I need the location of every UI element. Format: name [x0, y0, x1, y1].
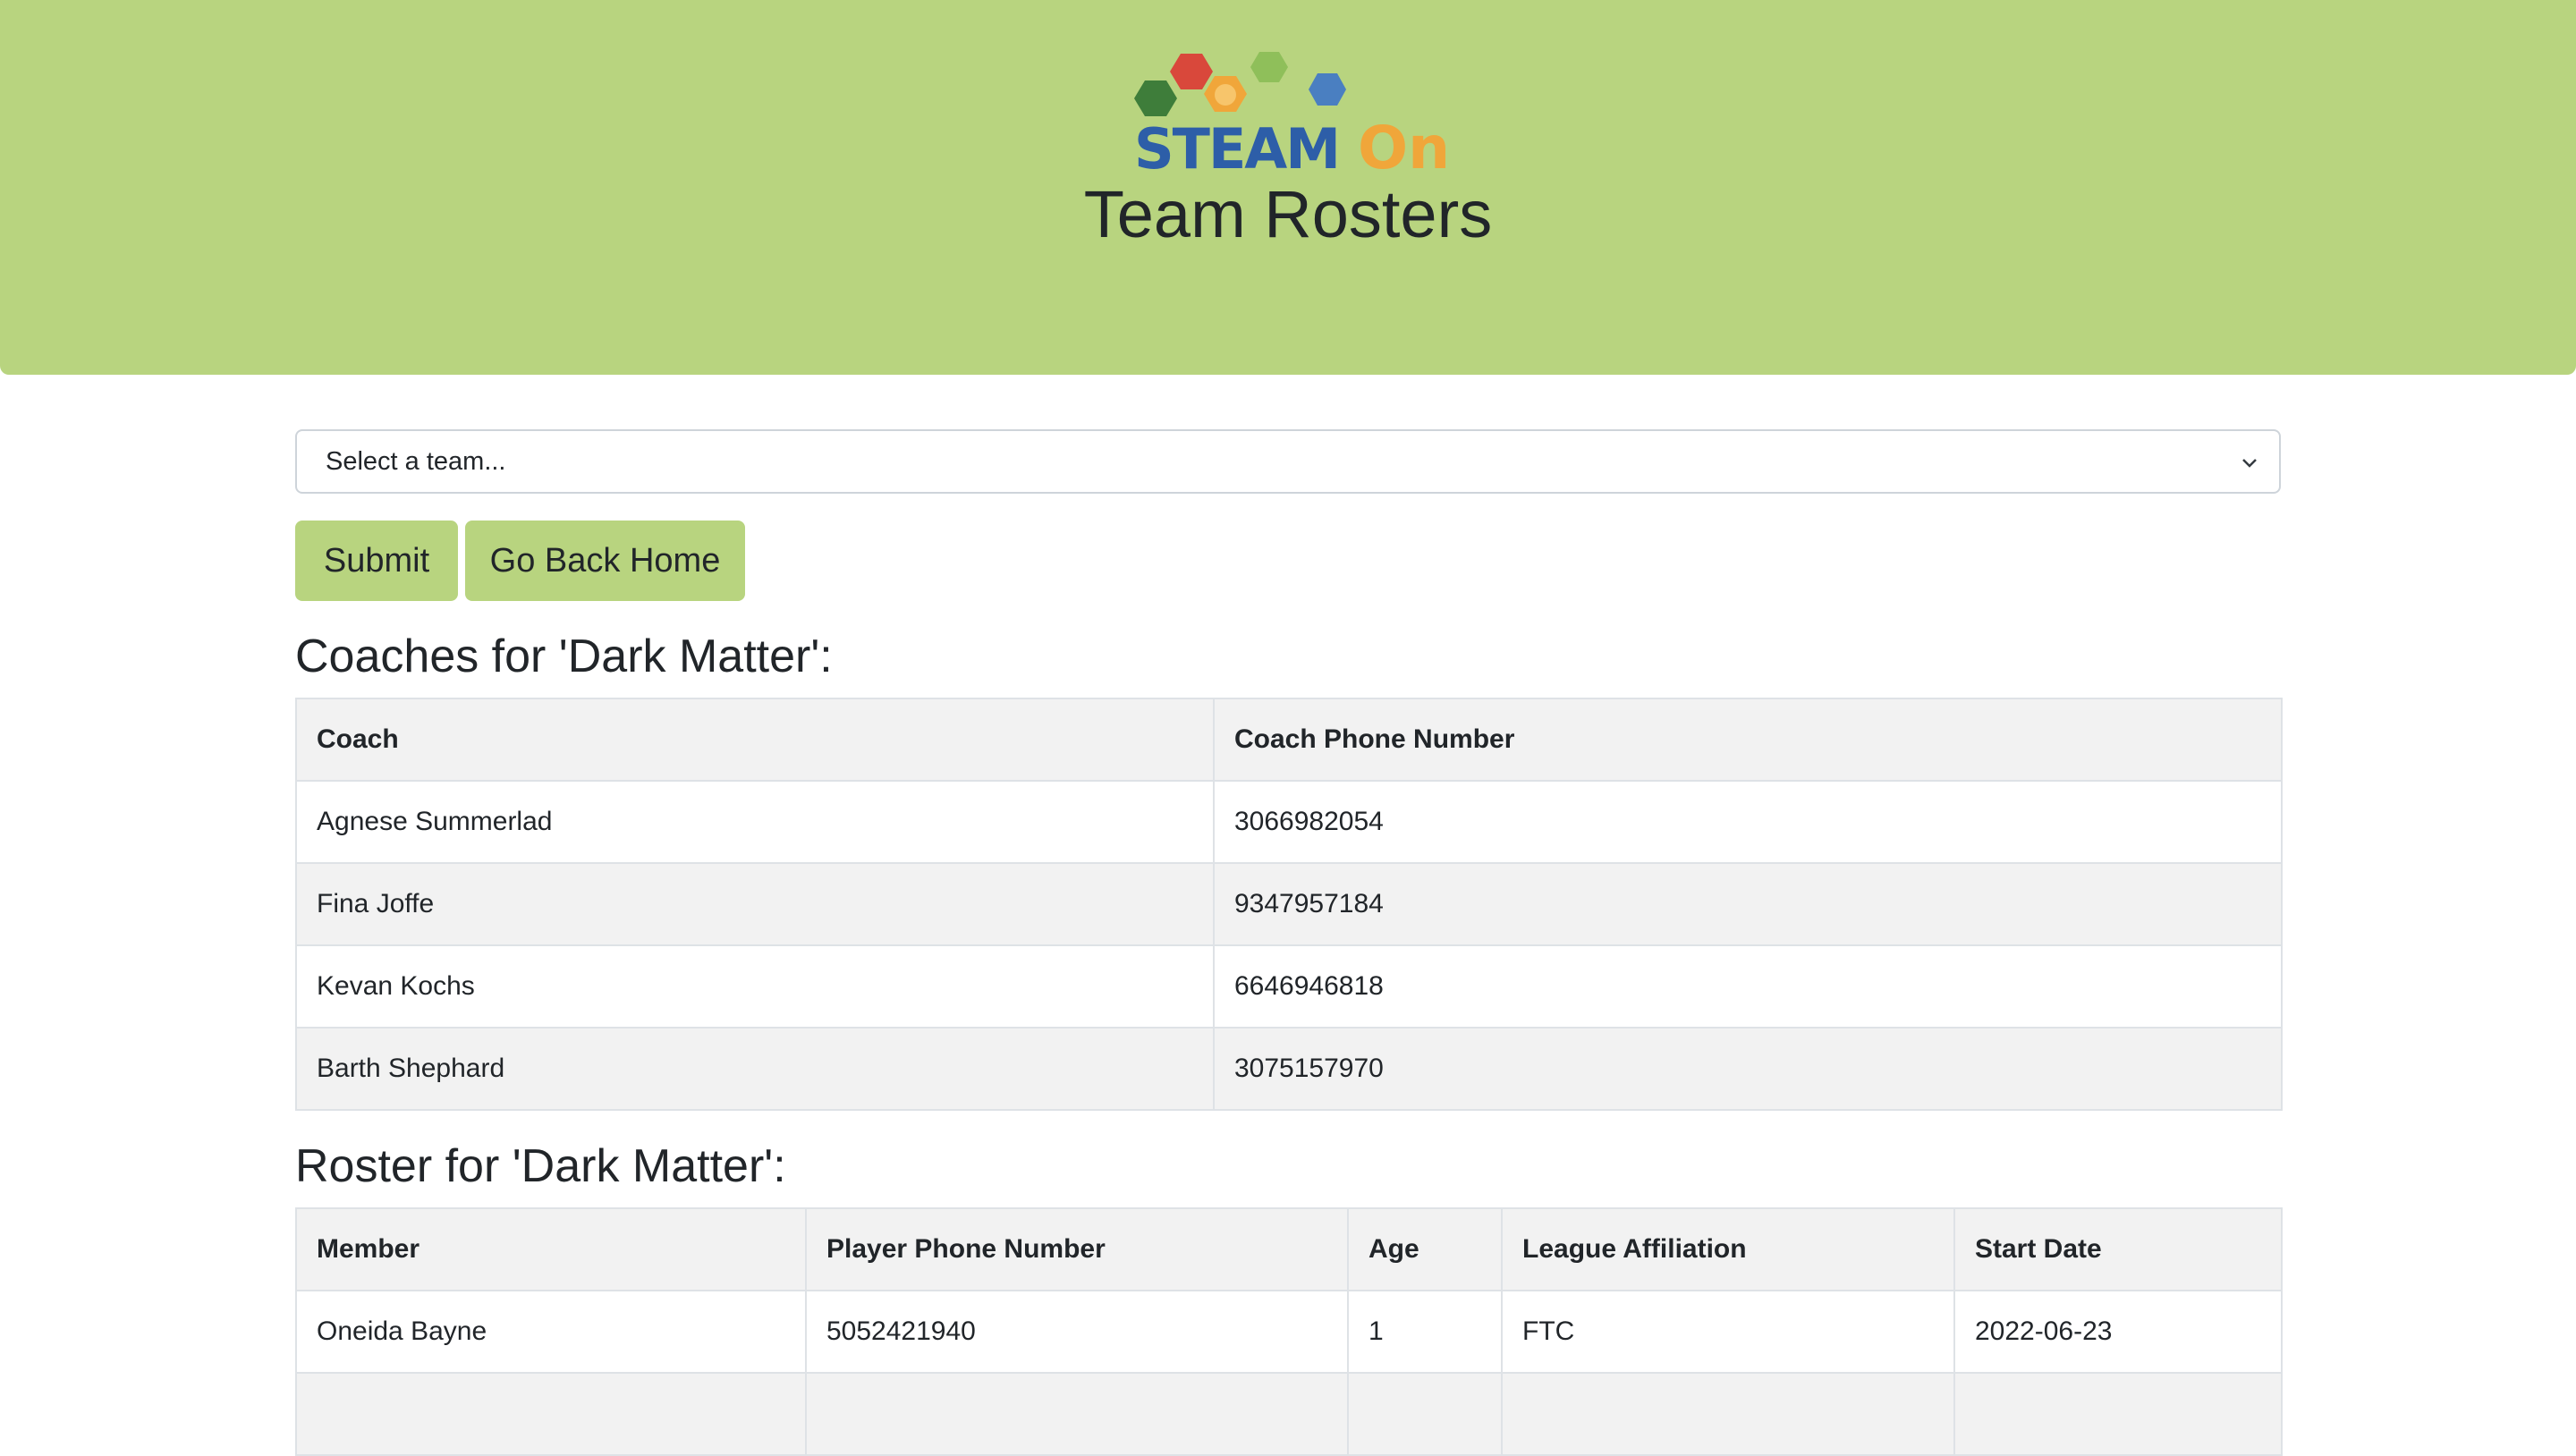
column-header: Coach [295, 698, 1215, 782]
coach-phone: 3075157970 [1213, 1027, 2283, 1111]
page-header: STEAM On Team Rosters [0, 0, 2576, 375]
column-header: Start Date [1953, 1207, 2283, 1291]
table-row: Kevan Kochs 6646946818 [295, 944, 2283, 1029]
coach-name: Agnese Summerlad [295, 780, 1215, 864]
table-row: Fina Joffe 9347957184 [295, 862, 2283, 946]
table-row: Oneida Bayne 5052421940 1 FTC 2022-06-23 [295, 1290, 2283, 1374]
coach-name: Fina Joffe [295, 862, 1215, 946]
chevron-down-icon [2242, 459, 2257, 468]
steam-on-logo: STEAM On [1134, 52, 1450, 179]
svg-text:On: On [1358, 114, 1450, 179]
coaches-table: Coach Coach Phone Number Agnese Summerla… [295, 698, 2283, 1111]
coach-name: Barth Shephard [295, 1027, 1215, 1111]
coach-phone: 6646946818 [1213, 944, 2283, 1029]
player-age: 1 [1347, 1290, 1503, 1374]
roster-table: Member Player Phone Number Age League Af… [295, 1207, 2283, 1456]
submit-button[interactable]: Submit [295, 521, 458, 601]
start-date: 2022-06-23 [1953, 1290, 2283, 1374]
table-row: Barth Shephard 3075157970 [295, 1027, 2283, 1111]
go-back-home-button[interactable]: Go Back Home [465, 521, 745, 601]
table-row: Agnese Summerlad 3066982054 [295, 780, 2283, 864]
column-header: Player Phone Number [805, 1207, 1349, 1291]
column-header: Member [295, 1207, 807, 1291]
column-header: Coach Phone Number [1213, 698, 2283, 782]
column-header: League Affiliation [1501, 1207, 1955, 1291]
player-phone: 5052421940 [805, 1290, 1349, 1374]
column-header: Age [1347, 1207, 1503, 1291]
roster-heading: Roster for 'Dark Matter': [295, 1140, 786, 1192]
team-select[interactable]: Select a team... [295, 429, 2281, 494]
table-row [295, 1372, 2283, 1456]
member-name: Oneida Bayne [295, 1290, 807, 1374]
team-select-value: Select a team... [326, 446, 506, 476]
coach-phone: 3066982054 [1213, 780, 2283, 864]
svg-text:STEAM: STEAM [1134, 116, 1339, 179]
page-title: Team Rosters [1083, 177, 1493, 251]
league-affiliation: FTC [1501, 1290, 1955, 1374]
coaches-heading: Coaches for 'Dark Matter': [295, 631, 833, 682]
coach-phone: 9347957184 [1213, 862, 2283, 946]
coach-name: Kevan Kochs [295, 944, 1215, 1029]
